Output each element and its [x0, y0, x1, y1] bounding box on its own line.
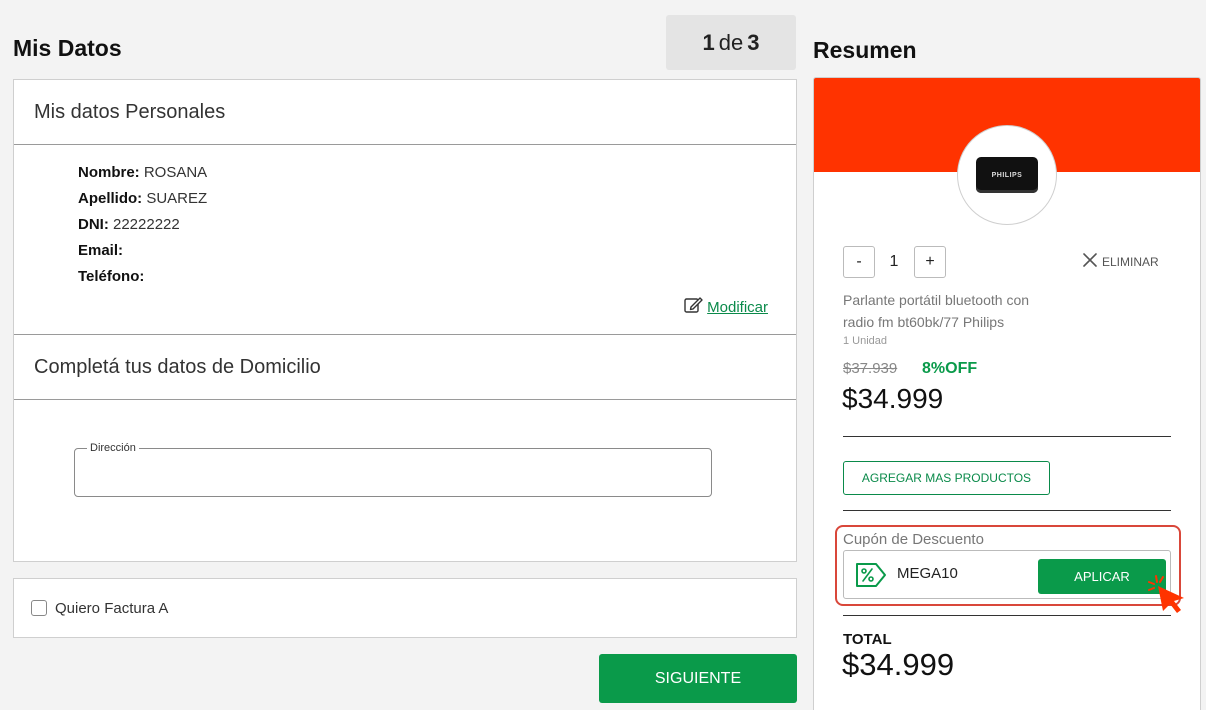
- quantity-increase-button[interactable]: +: [914, 246, 946, 278]
- summary-card: PHILIPS - 1 + ELIMINAR Parlante portátil…: [813, 77, 1201, 710]
- step-total: 3: [747, 29, 760, 55]
- info-value: SUAREZ: [146, 190, 208, 207]
- product-price: $34.999: [842, 383, 944, 414]
- cursor-click-icon: [1148, 572, 1188, 621]
- info-row-nombre: Nombre: ROSANA: [78, 163, 207, 189]
- info-row-apellido: Apellido: SUAREZ: [78, 189, 207, 215]
- personal-info-list: Nombre: ROSANA Apellido: SUAREZ DNI: 222…: [78, 163, 207, 293]
- apply-coupon-button[interactable]: APLICAR: [1038, 559, 1166, 594]
- info-key: Teléfono:: [78, 268, 145, 285]
- personal-section-title: Mis datos Personales: [14, 80, 796, 145]
- product-brand: PHILIPS: [991, 171, 1023, 179]
- total-label: TOTAL: [843, 631, 892, 648]
- product-discount-badge: 8%OFF: [922, 360, 978, 377]
- divider: [843, 436, 1171, 437]
- coupon-box: APLICAR: [843, 550, 1171, 599]
- close-icon: [1082, 252, 1098, 271]
- page-title: Mis Datos: [13, 35, 122, 61]
- step-indicator: 1 de 3: [666, 15, 796, 70]
- info-key: Email:: [78, 242, 124, 259]
- coupon-tag-icon: [855, 562, 887, 593]
- quantity-decrease-button[interactable]: -: [843, 246, 875, 278]
- info-row-dni: DNI: 22222222: [78, 215, 207, 241]
- info-key: Nombre:: [78, 164, 140, 181]
- address-label: Dirección: [87, 442, 139, 454]
- product-image: PHILIPS: [957, 125, 1057, 225]
- summary-title: Resumen: [813, 37, 917, 63]
- factura-card: Quiero Factura A: [13, 578, 797, 638]
- divider: [843, 510, 1171, 511]
- info-value: 22222222: [113, 216, 180, 233]
- info-row-telefono: Teléfono:: [78, 267, 207, 293]
- add-more-products-button[interactable]: AGREGAR MAS PRODUCTOS: [843, 461, 1050, 495]
- quantity-value: 1: [889, 253, 899, 270]
- pencil-icon: [683, 295, 703, 320]
- next-button[interactable]: SIGUIENTE: [599, 654, 797, 703]
- remove-label: ELIMINAR: [1102, 254, 1159, 269]
- product-name: Parlante portátil bluetooth con radio fm…: [843, 292, 1030, 330]
- coupon-title: Cupón de Descuento: [843, 531, 984, 548]
- info-key: DNI:: [78, 216, 109, 233]
- personal-info: Nombre: ROSANA Apellido: SUAREZ DNI: 222…: [14, 145, 796, 335]
- speaker-image: PHILIPS: [976, 157, 1038, 193]
- coupon-input[interactable]: [897, 565, 1027, 582]
- total-value: $34.999: [842, 647, 955, 682]
- address-field[interactable]: Dirección: [74, 442, 712, 497]
- step-current: 1: [702, 29, 715, 55]
- product-unit: 1 Unidad: [843, 335, 888, 347]
- info-value: ROSANA: [143, 164, 208, 181]
- info-row-email: Email:: [78, 241, 207, 267]
- info-key: Apellido:: [78, 190, 143, 207]
- step-separator: de: [718, 29, 744, 55]
- modify-link[interactable]: Modificar: [683, 295, 768, 320]
- factura-label: Quiero Factura A: [55, 599, 169, 617]
- factura-checkbox[interactable]: [31, 600, 47, 616]
- remove-product-button[interactable]: ELIMINAR: [1082, 252, 1159, 271]
- address-input[interactable]: [89, 463, 689, 487]
- divider: [843, 615, 1171, 616]
- modify-label: Modificar: [707, 299, 768, 316]
- address-section-title: Completá tus datos de Domicilio: [14, 335, 796, 400]
- product-old-price: $37.939: [843, 360, 898, 377]
